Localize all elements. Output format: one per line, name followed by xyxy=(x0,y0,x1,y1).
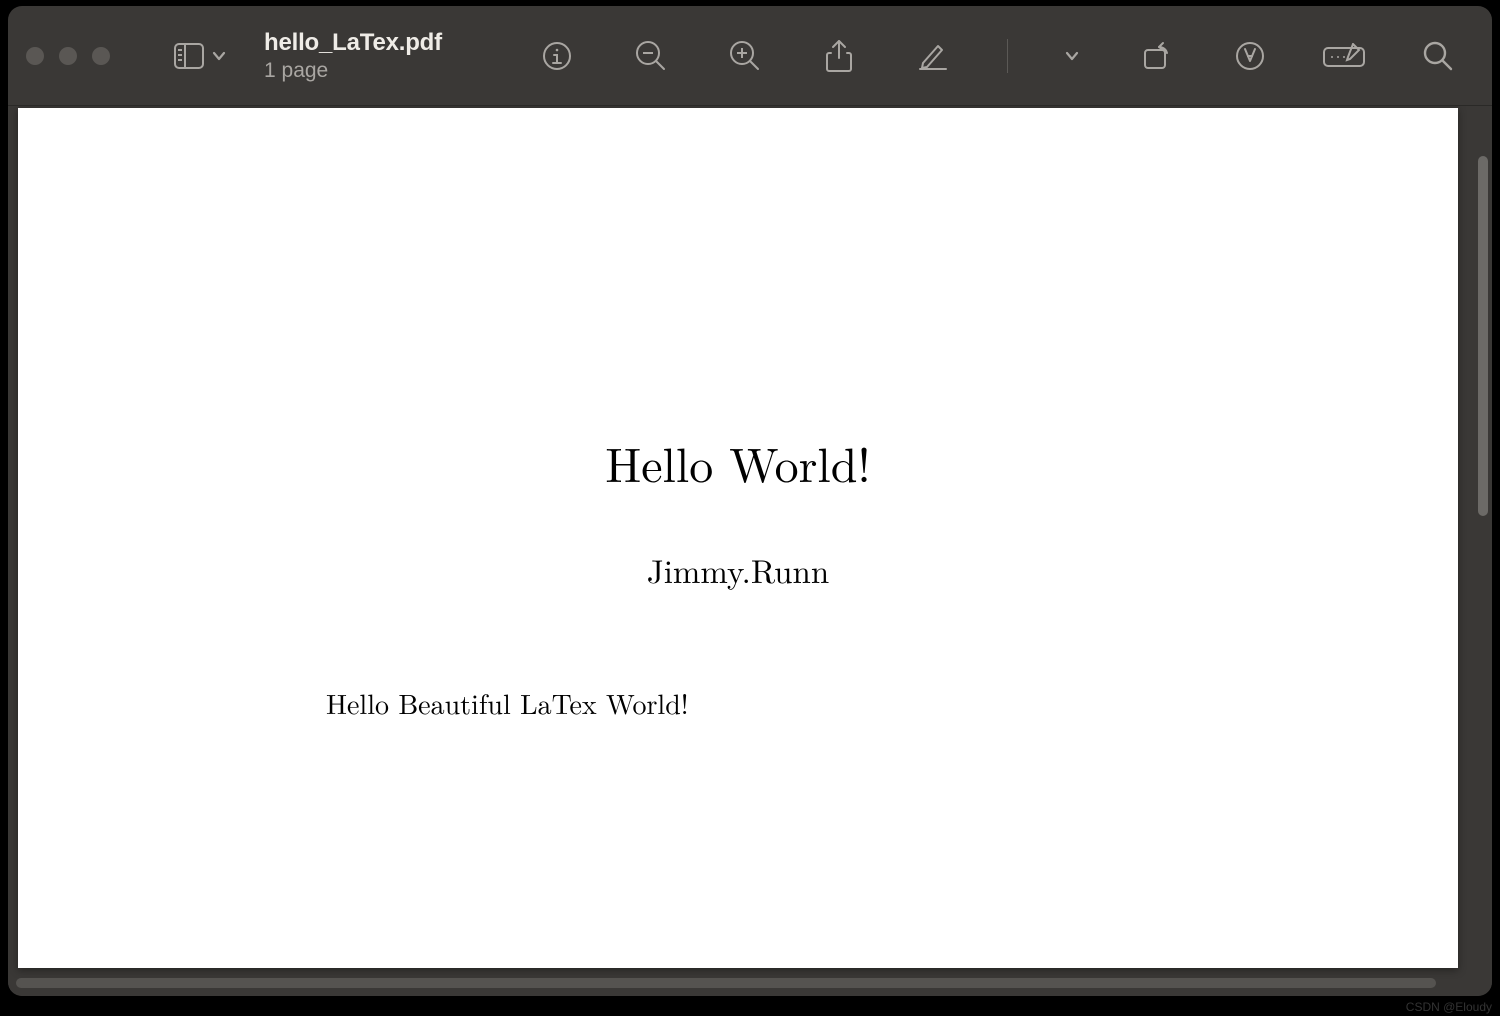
toolbar-separator xyxy=(1007,39,1008,73)
document-author: Jimmy.Runn xyxy=(18,546,1458,593)
rotate-icon xyxy=(1141,41,1171,71)
document-body-text: Hello Beautiful LaTex World! xyxy=(326,683,1458,723)
pencil-icon xyxy=(918,41,948,71)
search-icon xyxy=(1423,41,1453,71)
form-fill-icon xyxy=(1323,43,1365,69)
pdf-viewer-window: hello_LaTex.pdf 1 page xyxy=(8,6,1492,996)
chevron-down-icon xyxy=(212,51,226,61)
pdf-page: Hello World! Jimmy.Runn Hello Beautiful … xyxy=(18,108,1458,968)
vertical-scrollbar[interactable] xyxy=(1478,156,1488,516)
document-viewport[interactable]: Hello World! Jimmy.Runn Hello Beautiful … xyxy=(8,106,1492,996)
highlight-button[interactable] xyxy=(1230,36,1270,76)
inspector-button[interactable] xyxy=(537,36,577,76)
horizontal-scrollbar[interactable] xyxy=(16,978,1436,988)
document-title: Hello World! xyxy=(18,428,1458,496)
form-fill-button[interactable] xyxy=(1324,36,1364,76)
markup-dropdown-button[interactable] xyxy=(1062,36,1082,76)
sidebar-toggle-group[interactable] xyxy=(174,43,226,69)
share-icon xyxy=(825,39,853,73)
title-block: hello_LaTex.pdf 1 page xyxy=(264,29,442,83)
toolbar xyxy=(537,36,1474,76)
fullscreen-button[interactable] xyxy=(92,47,110,65)
sidebar-icon xyxy=(174,43,204,69)
markup-button[interactable] xyxy=(913,36,953,76)
chevron-down-icon xyxy=(1065,51,1079,61)
highlight-icon xyxy=(1235,41,1265,71)
watermark: CSDN @Eloudy xyxy=(1406,1000,1492,1014)
zoom-in-button[interactable] xyxy=(725,36,765,76)
share-button[interactable] xyxy=(819,36,859,76)
minimize-button[interactable] xyxy=(59,47,77,65)
titlebar: hello_LaTex.pdf 1 page xyxy=(8,6,1492,106)
window-controls xyxy=(26,47,110,65)
info-icon xyxy=(542,41,572,71)
close-button[interactable] xyxy=(26,47,44,65)
zoom-in-icon xyxy=(729,40,761,72)
document-page-count: 1 page xyxy=(264,59,442,83)
zoom-out-button[interactable] xyxy=(631,36,671,76)
zoom-out-icon xyxy=(635,40,667,72)
rotate-button[interactable] xyxy=(1136,36,1176,76)
search-button[interactable] xyxy=(1418,36,1458,76)
document-filename: hello_LaTex.pdf xyxy=(264,29,442,57)
